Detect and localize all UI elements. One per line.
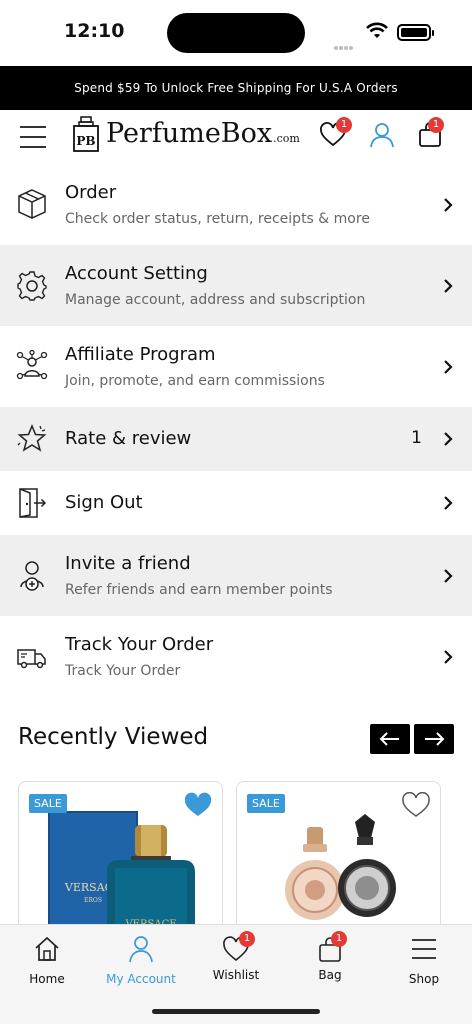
truck-icon [17,649,46,669]
menu-item-affiliate-program[interactable]: Affiliate Program Join, promote, and ear… [0,326,472,407]
nav-home[interactable]: Home [0,935,94,986]
gear-icon [17,271,47,301]
network-icon [16,350,48,380]
header-bag-button[interactable]: 1 [418,117,444,152]
nav-label: Shop [408,972,440,986]
carousel-prev-button[interactable] [370,724,410,754]
chevron-right-icon [444,279,453,293]
home-indicator [152,1009,320,1014]
signal-icon [334,35,354,54]
logo-text: PerfumeBox [106,118,273,149]
status-bar: 12:10 [0,0,472,66]
menu-item-title: Account Setting [65,263,208,284]
account-menu: Order Check order status, return, receip… [0,164,472,697]
home-icon [35,936,59,961]
arrow-left-icon [379,732,399,746]
user-icon [370,123,394,148]
menu-item-title: Affiliate Program [65,344,216,365]
nav-wishlist[interactable]: 1 Wishlist [189,931,283,982]
sale-badge: SALE [247,794,285,813]
chevron-right-icon [444,496,453,510]
sale-badge: SALE [29,794,67,813]
box-product-text: EROS [84,897,102,904]
nav-label: Wishlist [212,968,260,982]
logo-mark-text: PB [76,134,95,148]
chevron-right-icon [444,650,453,664]
user-icon [129,936,153,963]
menu-item-title: Sign Out [65,492,143,513]
menu-icon [412,939,436,959]
perfume-bottle-logo-icon: PB [73,116,99,152]
menu-item-subtitle: Track Your Order [65,663,181,679]
wishlist-heart-filled-icon[interactable] [184,792,212,818]
star-icon [17,424,47,452]
battery-icon [397,24,434,41]
wishlist-count-badge: 1 [336,117,352,133]
menu-item-account-setting[interactable]: Account Setting Manage account, address … [0,245,472,326]
menu-item-subtitle: Manage account, address and subscription [65,292,366,308]
arrow-right-icon [425,732,445,746]
menu-item-invite-friend[interactable]: Invite a friend Refer friends and earn m… [0,535,472,616]
nav-label: Home [29,972,65,986]
nav-wishlist-badge: 1 [239,931,255,947]
recently-viewed-title: Recently Viewed [18,724,209,750]
menu-item-rate-review[interactable]: Rate & review 1 [0,407,472,471]
menu-item-subtitle: Check order status, return, receipts & m… [65,211,370,227]
chevron-right-icon [444,360,453,374]
menu-item-subtitle: Refer friends and earn member points [65,582,333,598]
chevron-right-icon [444,432,453,446]
menu-item-title: Track Your Order [65,634,214,655]
nav-bag[interactable]: 1 Bag [283,931,377,982]
wifi-icon [366,22,388,38]
carousel-next-button[interactable] [414,724,454,754]
nav-label: Bag [318,968,342,982]
promo-banner[interactable]: Spend $59 To Unlock Free Shipping For U.… [0,66,472,110]
menu-item-sign-out[interactable]: Sign Out [0,471,472,535]
status-time: 12:10 [64,20,125,42]
nav-bag-badge: 1 [331,931,347,947]
review-count: 1 [411,428,422,448]
chevron-right-icon [444,198,453,212]
hamburger-menu-icon[interactable] [20,126,46,150]
wishlist-heart-outline-icon[interactable] [402,792,430,818]
bag-count-badge: 1 [428,117,444,133]
exit-door-icon [19,488,47,518]
nav-shop[interactable]: Shop [377,935,471,986]
header-wishlist-button[interactable]: 1 [320,117,352,152]
logo-suffix: .com [273,132,300,145]
logo[interactable]: PB PerfumeBox .com [72,116,300,152]
menu-item-subtitle: Join, promote, and earn commissions [65,373,325,389]
add-user-icon [20,561,44,591]
menu-item-title: Order [65,182,117,203]
chevron-right-icon [444,569,453,583]
app-header: PB PerfumeBox .com 1 1 [0,110,472,164]
menu-item-track-order[interactable]: Track Your Order Track Your Order [0,616,472,697]
menu-item-title: Rate & review [65,428,192,449]
dynamic-island [167,13,305,53]
box-icon [18,189,46,219]
menu-item-order[interactable]: Order Check order status, return, receip… [0,164,472,245]
header-account-button[interactable] [369,122,395,152]
nav-my-account[interactable]: My Account [94,935,188,986]
menu-item-title: Invite a friend [65,553,191,574]
nav-label: My Account [106,972,176,986]
